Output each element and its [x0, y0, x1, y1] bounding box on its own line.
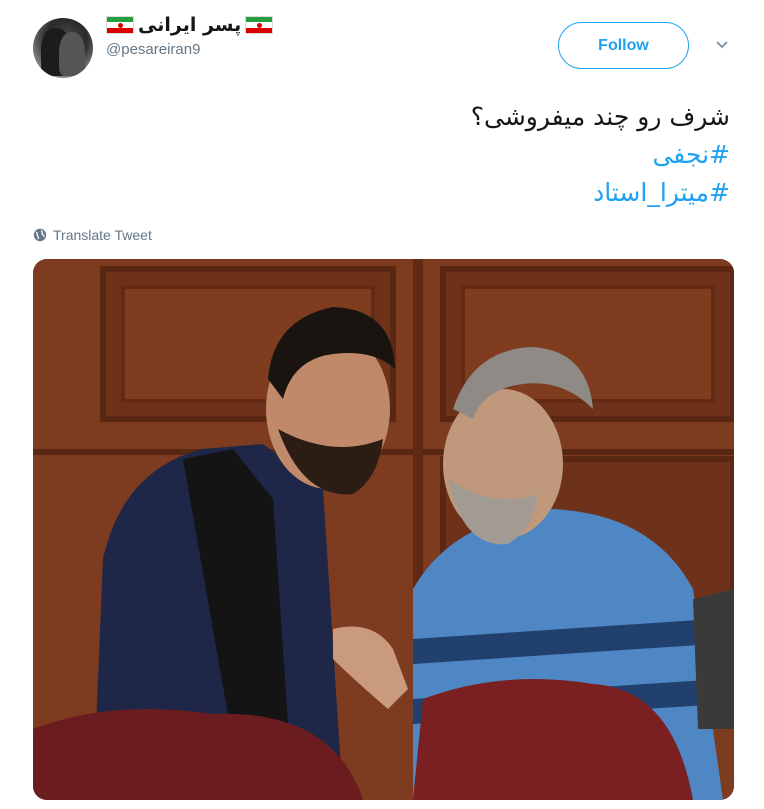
- iran-flag-icon: [245, 16, 274, 34]
- translate-tweet-link[interactable]: Translate Tweet: [33, 227, 152, 243]
- tweet-photo[interactable]: [33, 259, 734, 800]
- hashtag-link[interactable]: #نجفی: [50, 136, 730, 174]
- display-name-text[interactable]: پسر ایرانی: [138, 14, 241, 36]
- iran-flag-icon: [106, 16, 134, 34]
- translate-label[interactable]: Translate Tweet: [53, 227, 152, 243]
- user-handle[interactable]: @pesareiran9: [106, 41, 273, 58]
- tweet-body: شرف رو چند میفروشی؟: [470, 102, 730, 131]
- display-name[interactable]: پسر ایرانی: [106, 14, 274, 36]
- avatar[interactable]: [33, 18, 93, 78]
- hashtag-link[interactable]: #میترا_استاد: [50, 174, 730, 212]
- globe-icon: [33, 228, 47, 242]
- follow-button[interactable]: Follow: [558, 22, 689, 69]
- user-info: پسر ایرانی @pesareiran9: [106, 14, 274, 58]
- chevron-down-icon[interactable]: [712, 36, 732, 56]
- photo-illustration: [33, 259, 734, 800]
- tweet-text: شرف رو چند میفروشی؟ #نجفی #میترا_استاد: [50, 98, 730, 212]
